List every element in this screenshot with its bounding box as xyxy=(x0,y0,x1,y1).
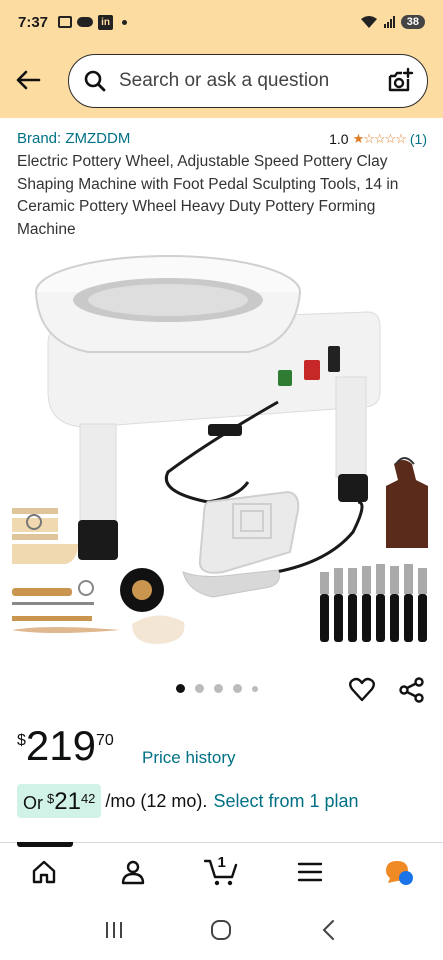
bottom-nav: 1 xyxy=(0,842,443,900)
status-notification-icons: in xyxy=(58,14,128,30)
heart-icon xyxy=(349,677,375,702)
rufus-assistant-icon xyxy=(385,860,413,885)
search-icon xyxy=(84,70,106,92)
plan-price-badge: Or $ 21 42 xyxy=(17,784,102,818)
plan-price-fraction: 42 xyxy=(80,791,96,806)
wifi-icon xyxy=(360,16,377,28)
signal-icon xyxy=(383,16,395,28)
back-system-button[interactable] xyxy=(309,910,349,950)
rating-summary[interactable]: 1.0 ★ ☆ ☆ ☆ ☆ (1) xyxy=(329,131,427,147)
rating-value: 1.0 xyxy=(329,130,349,147)
price: $ 219 70 xyxy=(17,724,114,768)
price-history-link[interactable]: Price history xyxy=(142,748,236,768)
star-full-icon: ★ xyxy=(352,130,365,146)
select-plan-link[interactable]: Select from 1 plan xyxy=(213,791,358,812)
search-placeholder: Search or ask a question xyxy=(119,70,330,91)
hamburger-menu-icon xyxy=(297,862,323,881)
carousel-indicator[interactable] xyxy=(176,684,258,693)
cloud-icon xyxy=(77,17,94,27)
person-icon xyxy=(121,860,145,884)
cart-count-badge: 1 xyxy=(217,853,226,871)
star-rating: ★ ☆ ☆ ☆ ☆ xyxy=(352,130,407,147)
brand-link[interactable]: Brand: ZMZDDM xyxy=(17,130,130,147)
plan-prefix: Or xyxy=(23,793,43,813)
nav-account-button[interactable] xyxy=(113,852,153,892)
home-system-button[interactable] xyxy=(201,910,241,950)
more-notifications-icon xyxy=(122,19,128,25)
star-empty-icon: ☆ xyxy=(395,130,407,146)
home-circle-icon xyxy=(211,920,232,940)
recent-apps-button[interactable] xyxy=(94,910,134,950)
back-button[interactable] xyxy=(12,64,44,96)
nav-rufus-button[interactable] xyxy=(379,852,419,892)
star-empty-icon: ☆ xyxy=(384,130,397,146)
battery-indicator: 38 xyxy=(400,15,425,29)
carousel-dot[interactable] xyxy=(195,684,204,693)
carousel-dot[interactable] xyxy=(233,684,242,693)
payment-plan-row: Or $ 21 42 /mo (12 mo). Select from 1 pl… xyxy=(17,784,359,818)
product-title: Electric Pottery Wheel, Adjustable Speed… xyxy=(17,153,399,238)
screenshot-icon xyxy=(58,16,73,28)
wishlist-button[interactable] xyxy=(348,676,376,704)
star-empty-icon: ☆ xyxy=(363,130,375,146)
plan-price-whole: 21 xyxy=(54,788,81,815)
carousel-dot-active[interactable] xyxy=(176,684,185,693)
home-icon xyxy=(33,860,56,883)
nav-home-button[interactable] xyxy=(24,852,64,892)
product-image[interactable] xyxy=(8,242,436,652)
camera-lens-icon xyxy=(388,67,414,92)
app-header: Search or ask a question xyxy=(0,44,443,118)
status-bar: 7:37 in 38 xyxy=(0,0,443,44)
price-whole: 219 xyxy=(25,722,96,769)
status-time: 7:37 xyxy=(18,13,49,31)
plan-term: /mo (12 mo). xyxy=(105,790,208,811)
share-button[interactable] xyxy=(398,676,426,704)
share-icon xyxy=(399,677,424,703)
camera-search-button[interactable] xyxy=(385,66,415,96)
price-fraction: 70 xyxy=(95,732,114,749)
price-currency: $ xyxy=(17,732,26,749)
search-input[interactable]: Search or ask a question xyxy=(68,54,428,108)
arrow-left-icon xyxy=(16,70,41,90)
recent-apps-icon xyxy=(105,922,122,938)
status-system-icons: 38 xyxy=(360,15,425,29)
active-tab-indicator xyxy=(17,842,73,847)
brand-rating-row: Brand: ZMZDDM 1.0 ★ ☆ ☆ ☆ ☆ (1) xyxy=(17,130,427,147)
nav-menu-button[interactable] xyxy=(290,852,330,892)
star-empty-icon: ☆ xyxy=(373,130,386,146)
carousel-dot[interactable] xyxy=(214,684,223,693)
rating-count: (1) xyxy=(409,130,427,147)
system-nav-bar xyxy=(0,900,443,960)
linkedin-icon: in xyxy=(98,14,114,30)
chevron-left-icon xyxy=(322,920,335,940)
plan-currency: $ xyxy=(47,791,55,806)
carousel-dot[interactable] xyxy=(252,685,258,692)
nav-cart-button[interactable]: 1 xyxy=(201,852,241,892)
